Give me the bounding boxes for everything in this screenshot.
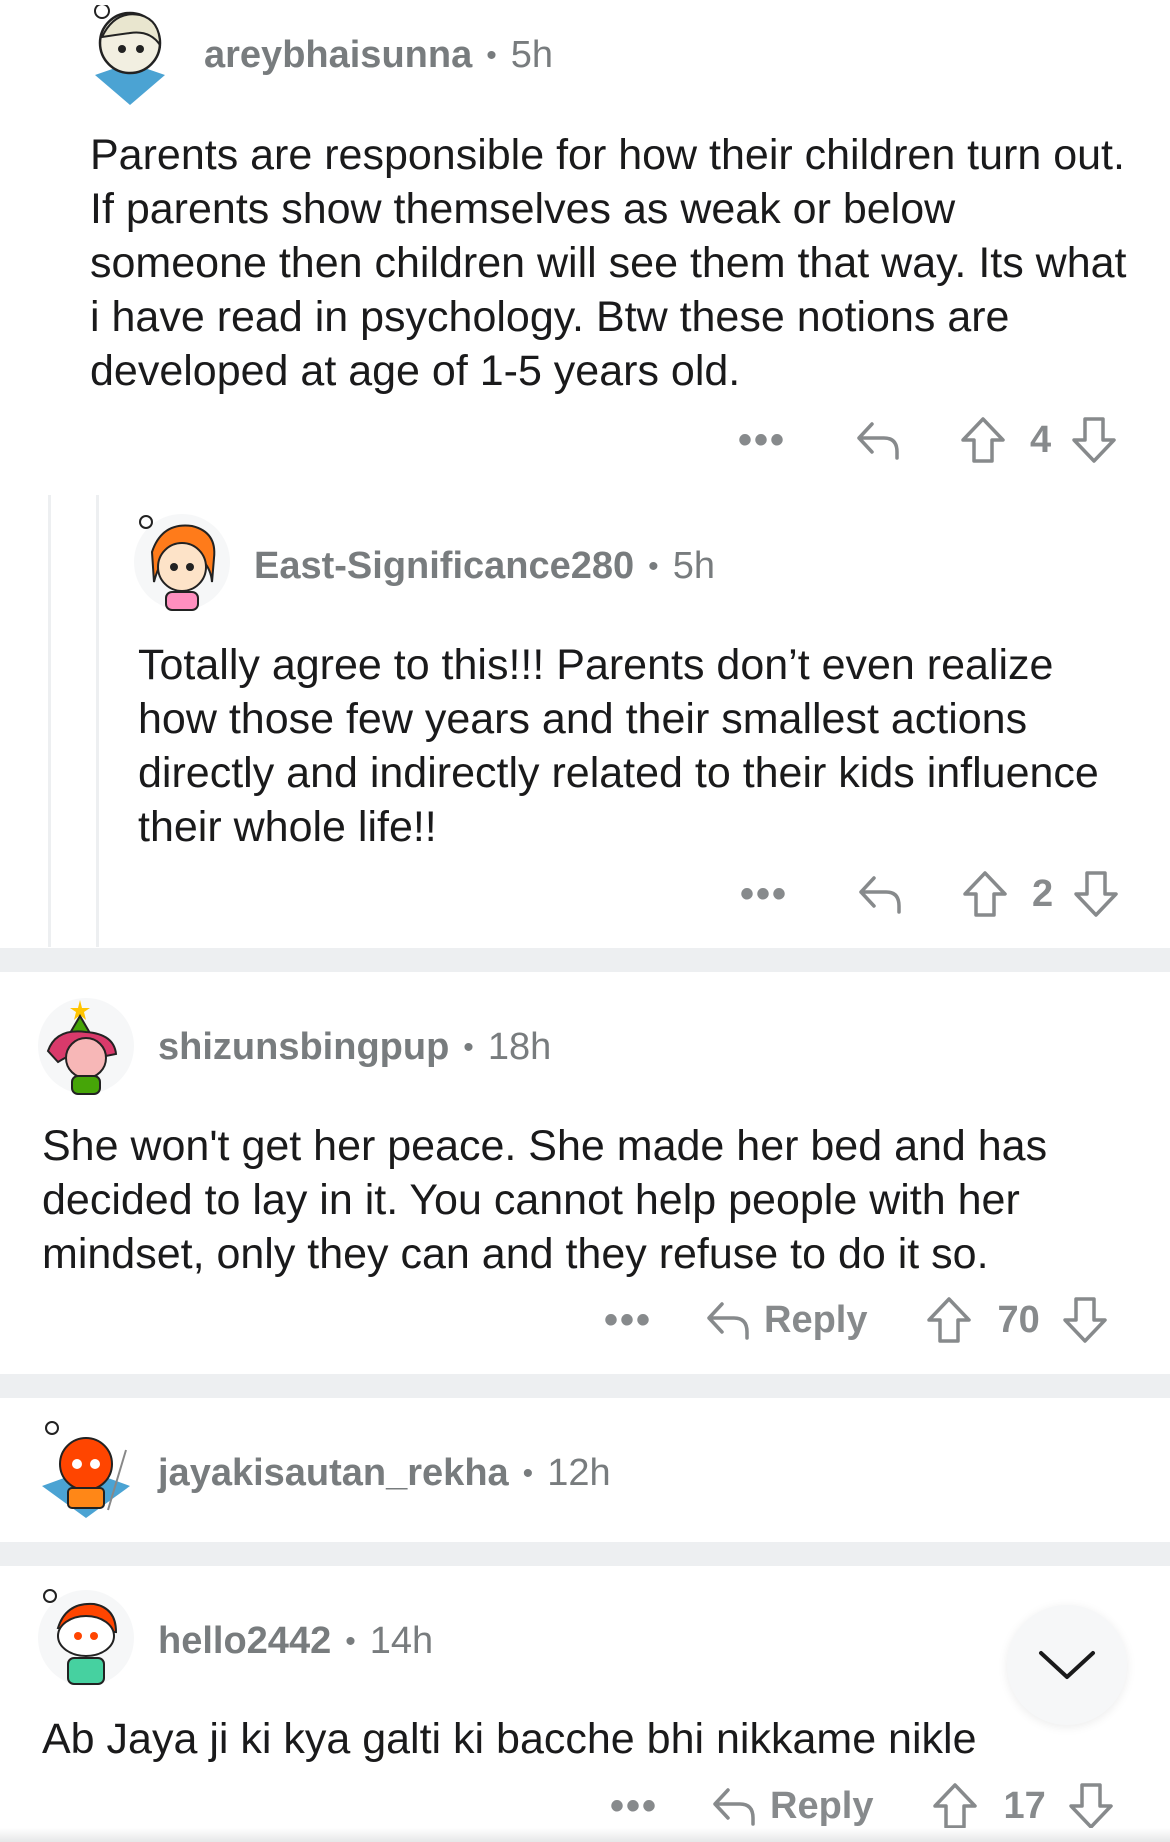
username[interactable]: jayakisautan_rekha	[158, 1452, 509, 1495]
reply-label: Reply	[764, 1298, 868, 1341]
upvote-button[interactable]	[962, 870, 1008, 918]
downvote-arrow-icon	[1063, 1297, 1107, 1343]
username[interactable]: East-Significance280	[254, 545, 634, 588]
thread-line-nested	[96, 495, 99, 947]
comment-body: Totally agree to this!!! Parents don’t e…	[138, 641, 1099, 851]
comment-divider	[0, 948, 1170, 972]
meta-separator: •	[345, 1624, 356, 1658]
reply-arrow-icon	[713, 1788, 755, 1826]
upvote-arrow-icon	[961, 417, 1005, 463]
reply-arrow-icon	[859, 876, 901, 914]
username[interactable]: shizunsbingpup	[158, 1026, 449, 1069]
downvote-button[interactable]	[1071, 416, 1117, 464]
reply-button[interactable]: Reply	[704, 1298, 868, 1342]
comment-age: 14h	[369, 1620, 434, 1662]
bottom-bar-edge	[0, 1828, 1170, 1842]
downvote-button[interactable]	[1068, 1782, 1114, 1830]
username[interactable]: hello2442	[158, 1620, 331, 1663]
downvote-arrow-icon	[1072, 417, 1116, 463]
meta-separator: •	[463, 1030, 474, 1064]
more-options-button[interactable]: •••	[604, 1300, 652, 1340]
more-options-button[interactable]: •••	[610, 1786, 658, 1826]
upvote-arrow-icon	[963, 871, 1007, 917]
reply-button[interactable]	[856, 872, 904, 916]
meta-separator: •	[522, 1456, 534, 1490]
upvote-button[interactable]	[926, 1296, 972, 1344]
username[interactable]: areybhaisunna	[204, 34, 472, 77]
upvote-button[interactable]	[932, 1782, 978, 1830]
chevron-down-icon	[1039, 1651, 1095, 1679]
more-options-button[interactable]: •••	[740, 874, 788, 914]
comment-age: 12h	[547, 1452, 611, 1494]
more-options-button[interactable]: •••	[738, 420, 786, 460]
downvote-button[interactable]	[1062, 1296, 1108, 1344]
vote-score: 70	[997, 1298, 1040, 1341]
reply-arrow-icon	[857, 422, 899, 460]
avatar[interactable]	[132, 512, 230, 611]
comment-body: She won't get her peace. She made her be…	[42, 1122, 1048, 1278]
user-avatar-icon	[38, 998, 134, 1095]
comment-body: Parents are responsible for how their ch…	[90, 131, 1127, 395]
reply-arrow-icon	[707, 1302, 749, 1340]
reply-button[interactable]: Reply	[710, 1784, 874, 1828]
upvote-button[interactable]	[960, 416, 1006, 464]
avatar[interactable]	[36, 1420, 132, 1518]
user-avatar-icon	[42, 1421, 130, 1518]
user-avatar-icon	[134, 514, 230, 611]
comment-body: Ab Jaya ji ki kya galti ki bacche bhi ni…	[42, 1715, 977, 1763]
comment-divider	[0, 1542, 1170, 1566]
avatar[interactable]	[36, 996, 134, 1095]
downvote-button[interactable]	[1073, 870, 1119, 918]
avatar[interactable]	[80, 5, 176, 105]
upvote-arrow-icon	[932, 1783, 977, 1829]
meta-separator: •	[486, 38, 497, 72]
reply-label: Reply	[770, 1784, 874, 1827]
user-avatar-icon	[38, 1589, 134, 1686]
downvote-arrow-icon	[1069, 1783, 1113, 1829]
user-avatar-icon	[94, 5, 165, 105]
vote-score: 4	[1030, 418, 1052, 461]
comment-age: 5h	[672, 545, 715, 587]
vote-score: 17	[1003, 1784, 1046, 1827]
upvote-arrow-icon	[926, 1297, 971, 1343]
comment-age: 5h	[510, 34, 554, 76]
vote-score: 2	[1032, 872, 1054, 915]
meta-separator: •	[648, 549, 659, 583]
downvote-arrow-icon	[1074, 871, 1118, 917]
thread-line	[48, 495, 51, 947]
comment-divider	[0, 1374, 1170, 1398]
avatar[interactable]	[36, 1588, 134, 1686]
reply-button[interactable]	[854, 418, 902, 462]
scroll-down-button[interactable]	[1007, 1605, 1127, 1725]
comment-age: 18h	[487, 1026, 552, 1068]
